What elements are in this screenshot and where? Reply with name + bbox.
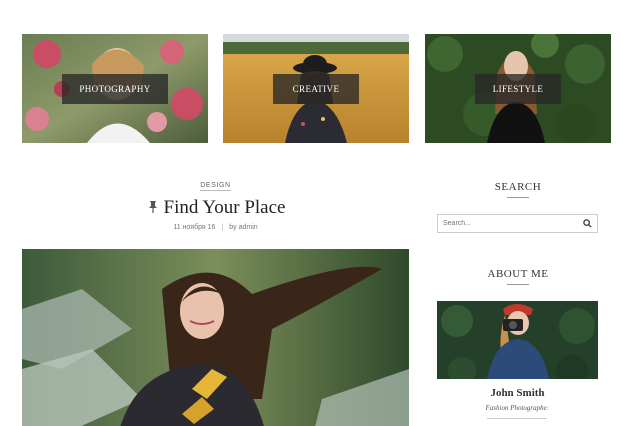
about-photo-graphic [437, 301, 598, 379]
post-title[interactable]: Find Your Place [22, 197, 409, 219]
search-widget-title: SEARCH [438, 181, 598, 198]
watermark: Avito [545, 384, 635, 418]
featured-tile-photography[interactable]: PHOTOGRAPHY [22, 34, 208, 143]
post-date[interactable]: 11 ноября 16 [173, 224, 215, 231]
pin-icon [148, 201, 157, 213]
search-icon[interactable] [583, 219, 592, 228]
search-form [437, 214, 598, 233]
search-input[interactable] [438, 215, 578, 232]
about-widget-title: ABOUT ME [438, 268, 598, 285]
featured-tile-lifestyle[interactable]: LIFESTYLE [425, 34, 611, 143]
featured-label-lifestyle: LIFESTYLE [475, 74, 561, 104]
featured-label-creative: CREATIVE [273, 74, 359, 104]
watermark-text: Avito [575, 390, 622, 411]
post-meta: 11 ноября 16 | by admin [22, 224, 409, 231]
meta-separator: | [221, 224, 224, 231]
post-title-text: Find Your Place [163, 197, 286, 218]
post-featured-image[interactable] [22, 249, 409, 426]
post-category: DESIGN [22, 182, 409, 191]
featured-tile-creative[interactable]: CREATIVE [223, 34, 409, 143]
about-divider [487, 418, 547, 419]
post-category-link[interactable]: DESIGN [200, 182, 231, 191]
post-image-graphic [22, 249, 409, 426]
featured-label-photography: PHOTOGRAPHY [62, 74, 168, 104]
watermark-logo-icon [547, 388, 571, 414]
about-photo [437, 301, 598, 379]
post-author[interactable]: by admin [229, 224, 257, 231]
